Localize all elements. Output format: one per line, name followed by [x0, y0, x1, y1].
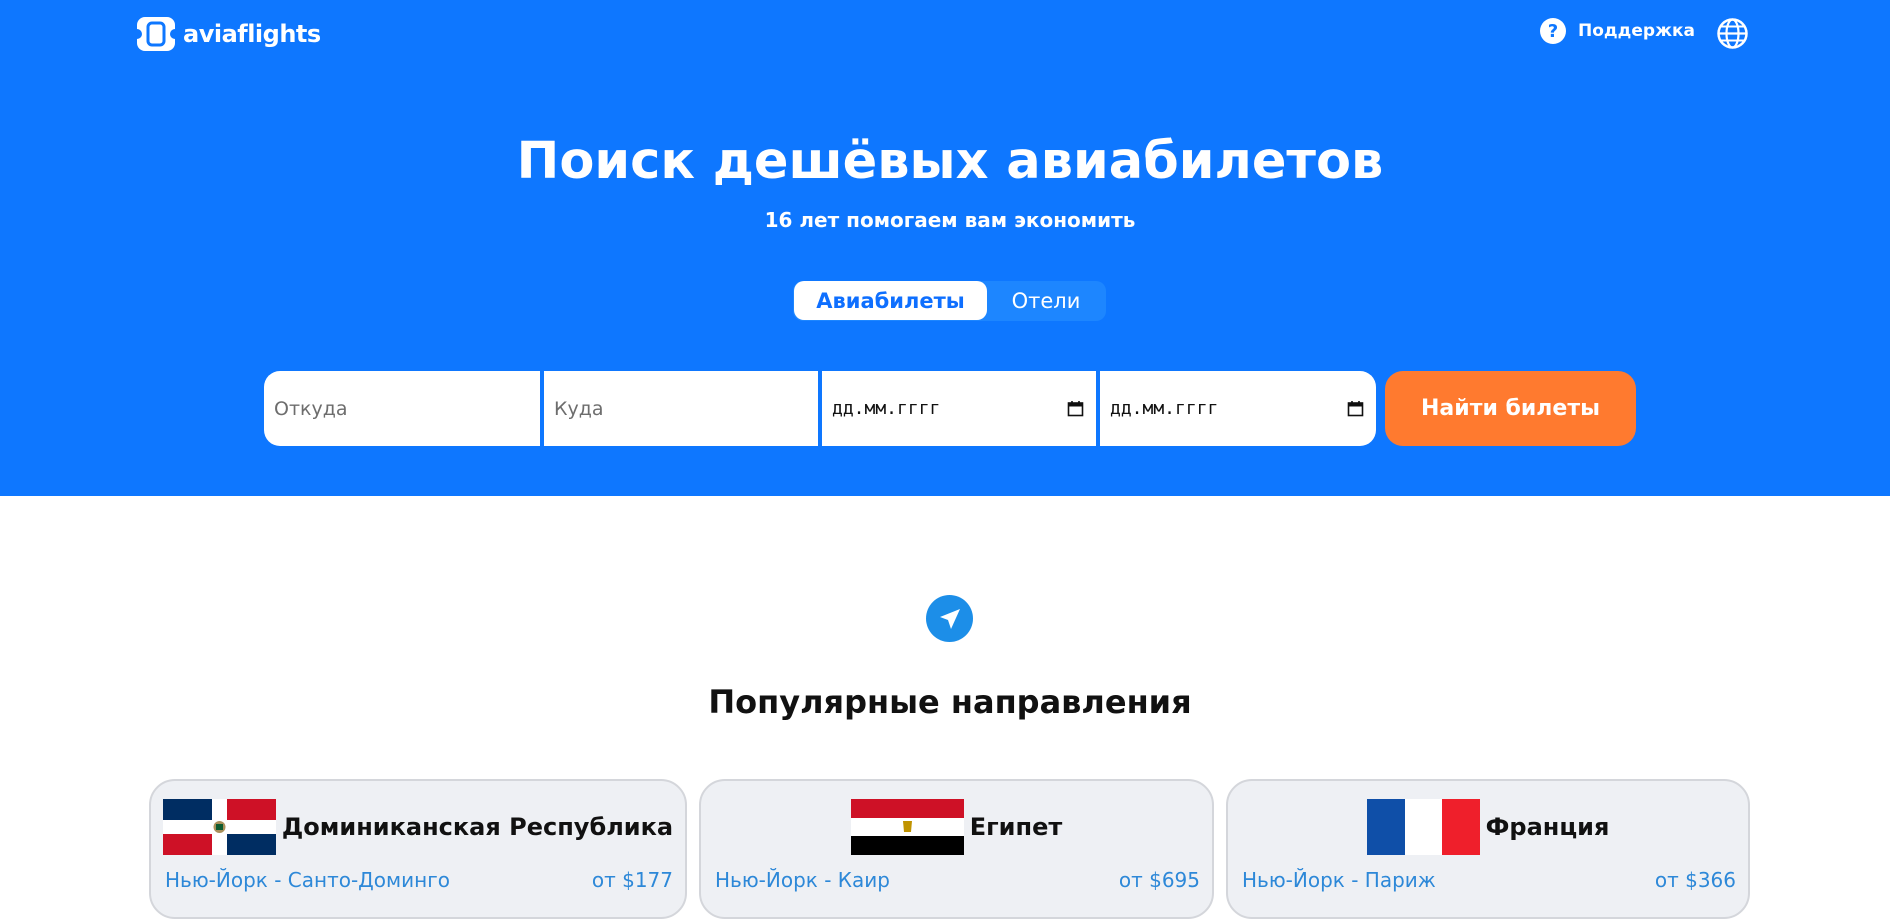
- support-link[interactable]: ? Поддержка: [1540, 18, 1695, 44]
- card-header: Доминиканская Республика: [151, 799, 685, 855]
- flight-search-form: дд.мм.гггг дд.мм.гггг: [264, 371, 1376, 446]
- destination-field[interactable]: [544, 371, 818, 446]
- price-label[interactable]: от $366: [1655, 868, 1736, 892]
- return-date-value: дд.мм.гггг: [1110, 398, 1219, 419]
- card-header: Египет: [701, 799, 1212, 855]
- search-type-tabs: Авиабилеты Отели: [793, 281, 1106, 321]
- top-navigation: aviaflights ? Поддержка: [0, 0, 1890, 70]
- find-tickets-button[interactable]: Найти билеты: [1385, 371, 1636, 446]
- destination-card[interactable]: Франция Нью-Йорк - Париж от $366: [1226, 779, 1750, 919]
- page-title: Поиск дешёвых авиабилетов: [516, 132, 1384, 191]
- hero-section: aviaflights ? Поддержка Поиск дешёвых ав…: [0, 0, 1890, 496]
- tab-flights[interactable]: Авиабилеты: [794, 281, 987, 320]
- departure-date-field[interactable]: дд.мм.гггг: [822, 371, 1096, 446]
- price-label[interactable]: от $695: [1119, 868, 1200, 892]
- destination-input[interactable]: [554, 371, 818, 446]
- destination-card[interactable]: Египет Нью-Йорк - Каир от $695: [699, 779, 1214, 919]
- egypt-flag-icon: [850, 799, 964, 855]
- departure-date-value: дд.мм.гггг: [832, 398, 941, 419]
- dominican-republic-flag-icon: [162, 799, 276, 855]
- calendar-icon[interactable]: [1347, 400, 1364, 417]
- origin-input[interactable]: [274, 371, 540, 446]
- logo-text: aviaflights: [183, 20, 321, 48]
- popular-destinations-title: Популярные направления: [708, 683, 1192, 721]
- card-header: Франция: [1228, 799, 1748, 855]
- origin-field[interactable]: [264, 371, 540, 446]
- paper-plane-glyph: [939, 608, 960, 629]
- france-flag-icon: [1366, 799, 1480, 855]
- price-label[interactable]: от $177: [592, 868, 673, 892]
- country-name: Франция: [1485, 813, 1610, 841]
- country-name: Египет: [969, 813, 1063, 841]
- logo[interactable]: aviaflights: [135, 14, 321, 54]
- route-link[interactable]: Нью-Йорк - Каир: [715, 868, 890, 892]
- route-link[interactable]: Нью-Йорк - Париж: [1242, 868, 1436, 892]
- support-label: Поддержка: [1578, 21, 1695, 41]
- question-circle-icon: ?: [1540, 18, 1566, 44]
- route-link[interactable]: Нью-Йорк - Санто-Доминго: [165, 868, 450, 892]
- page-subtitle: 16 лет помогаем вам экономить: [764, 208, 1136, 232]
- paper-plane-icon: [926, 595, 973, 642]
- country-name: Доминиканская Республика: [281, 813, 674, 841]
- tab-hotels[interactable]: Отели: [988, 281, 1104, 320]
- destination-card[interactable]: Доминиканская Республика Нью-Йорк - Сант…: [149, 779, 687, 919]
- ticket-logo-icon: [135, 17, 177, 51]
- return-date-field[interactable]: дд.мм.гггг: [1100, 371, 1376, 446]
- globe-icon[interactable]: [1716, 17, 1749, 50]
- calendar-icon[interactable]: [1067, 400, 1084, 417]
